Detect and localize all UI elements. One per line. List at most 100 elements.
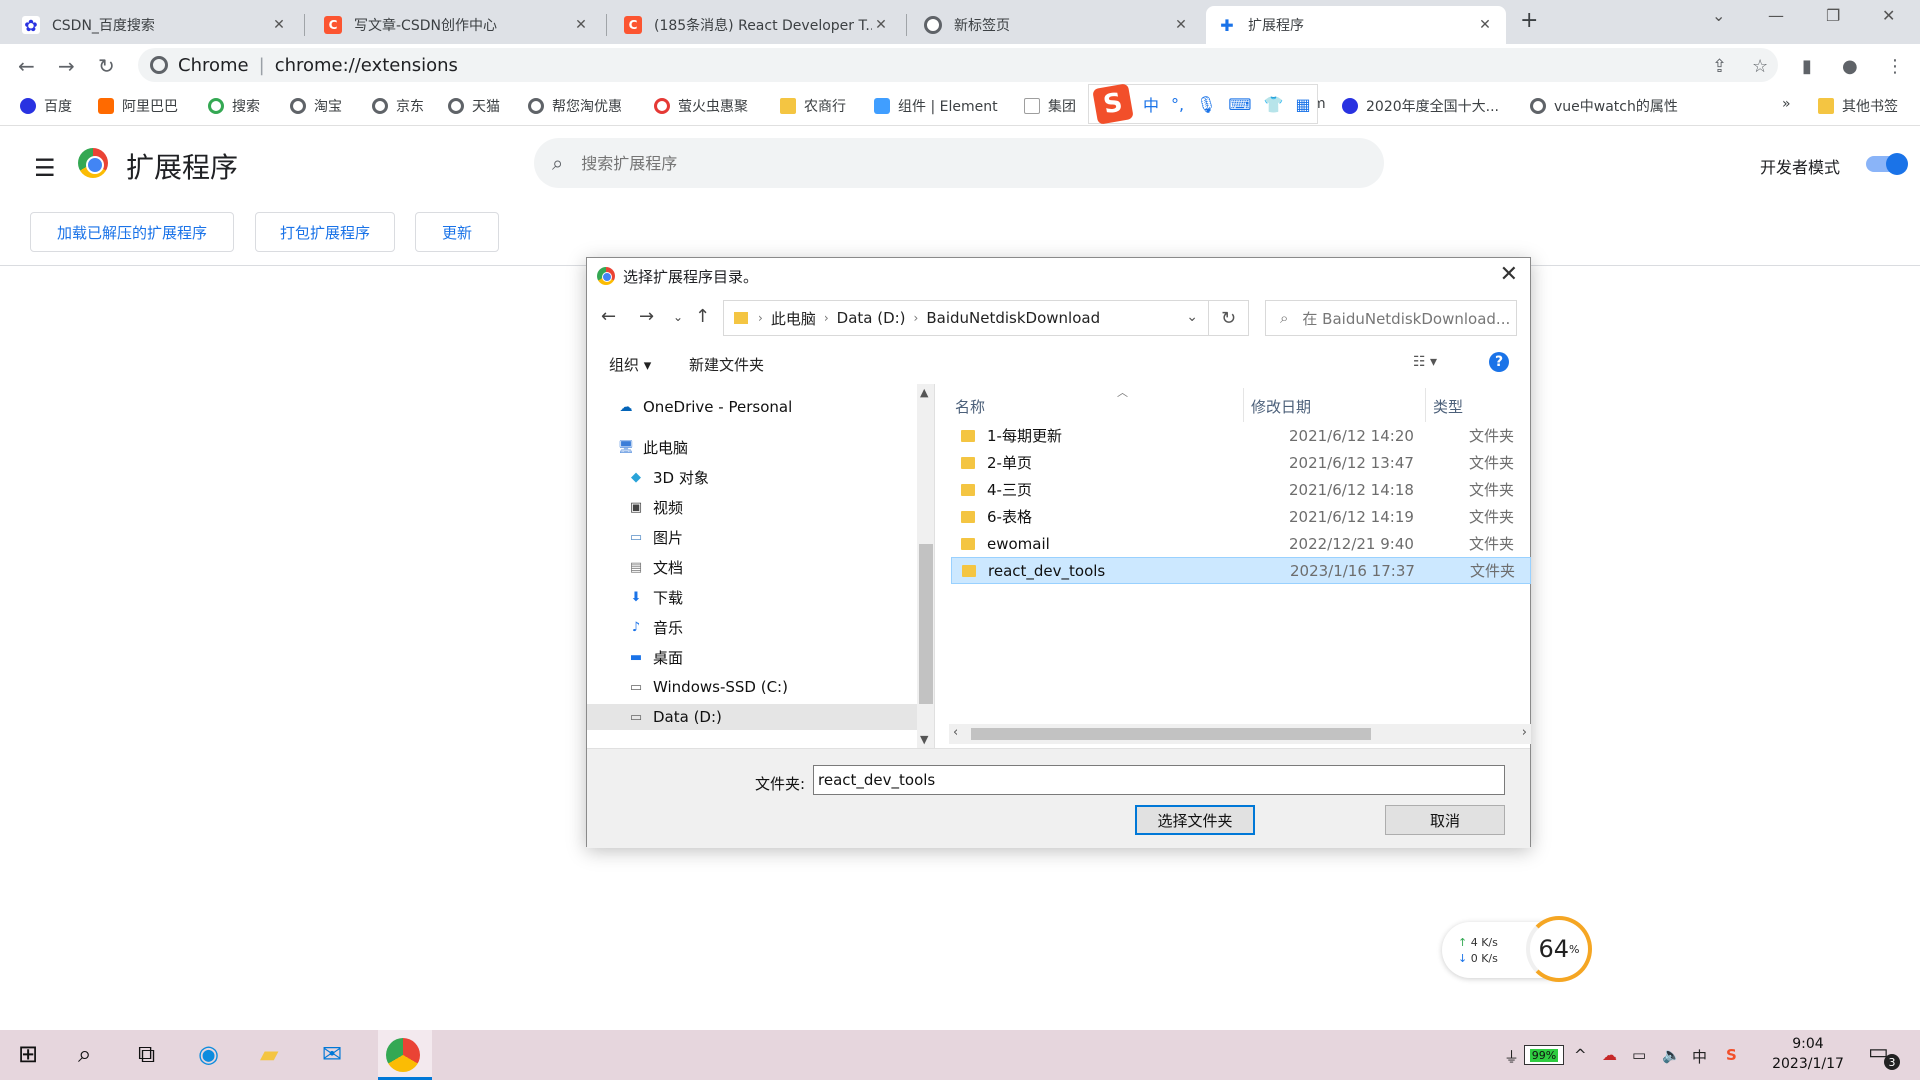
- folder-name-input[interactable]: [813, 765, 1505, 795]
- bookmark-item[interactable]: 搜索: [208, 96, 260, 116]
- reload-icon[interactable]: ↻: [98, 54, 115, 78]
- tree-scrollbar[interactable]: ▲ ▼: [917, 384, 935, 748]
- tab-new-tab[interactable]: 新标签页 ✕: [912, 6, 1202, 44]
- tree-item-3d-objects[interactable]: ◆ 3D 对象: [627, 464, 709, 490]
- tree-item-drive-c[interactable]: ▭ Windows-SSD (C:): [627, 674, 788, 700]
- bookmark-star-icon[interactable]: ☆: [1752, 56, 1768, 77]
- horizontal-scrollbar[interactable]: ‹ ›: [949, 724, 1531, 744]
- tree-item-videos[interactable]: ▣ 视频: [627, 494, 683, 520]
- profile-avatar-icon[interactable]: ●: [1842, 56, 1858, 77]
- volume-icon[interactable]: 🔈: [1662, 1046, 1681, 1064]
- forward-icon[interactable]: →: [58, 54, 75, 78]
- close-window-icon[interactable]: ✕: [1882, 6, 1895, 25]
- tree-item-this-pc[interactable]: 🖥 此电脑: [617, 434, 688, 460]
- pack-extension-button[interactable]: 打包扩展程序: [255, 212, 395, 252]
- sogou-logo[interactable]: S: [1092, 83, 1134, 125]
- omnibox[interactable]: Chrome | chrome://extensions: [138, 48, 1778, 82]
- new-folder-button[interactable]: 新建文件夹: [689, 354, 764, 375]
- scroll-down-icon[interactable]: ▼: [920, 733, 928, 746]
- tree-item-desktop[interactable]: ▬ 桌面: [627, 644, 683, 670]
- tree-item-music[interactable]: ♪ 音乐: [627, 614, 683, 640]
- hamburger-menu-icon[interactable]: ☰: [34, 154, 56, 182]
- forward-icon[interactable]: →: [639, 306, 654, 327]
- tree-item-pictures[interactable]: ▭ 图片: [627, 524, 683, 550]
- scroll-right-icon[interactable]: ›: [1522, 725, 1527, 740]
- tab-close-icon[interactable]: ✕: [1476, 17, 1494, 33]
- file-row[interactable]: 1-每期更新 2021/6/12 14:20 文件夹: [951, 422, 1531, 449]
- cancel-button[interactable]: 取消: [1385, 805, 1505, 835]
- extensions-search-input[interactable]: [581, 153, 1282, 173]
- share-icon[interactable]: ⇪: [1712, 56, 1727, 77]
- bookmark-item[interactable]: 组件 | Element: [874, 96, 998, 116]
- mail-icon[interactable]: ✉: [322, 1040, 342, 1068]
- load-unpacked-button[interactable]: 加载已解压的扩展程序: [30, 212, 234, 252]
- bookmark-item[interactable]: 2020年度全国十大...: [1342, 96, 1499, 116]
- tab-close-icon[interactable]: ✕: [1172, 17, 1190, 33]
- keyboard-icon[interactable]: ⌨: [1228, 95, 1251, 114]
- back-icon[interactable]: ←: [18, 54, 35, 78]
- minimize-icon[interactable]: —: [1768, 6, 1784, 25]
- back-icon[interactable]: ←: [601, 306, 616, 327]
- column-header-date[interactable]: 修改日期: [1251, 396, 1311, 417]
- windows-start-icon[interactable]: ⊞: [18, 1040, 38, 1068]
- bookmarks-overflow-button[interactable]: »: [1782, 96, 1791, 112]
- extensions-search[interactable]: ⌕: [534, 138, 1384, 188]
- close-icon[interactable]: ✕: [1500, 262, 1518, 287]
- tree-item-downloads[interactable]: ⬇ 下载: [627, 584, 683, 610]
- up-folder-icon[interactable]: ↑: [695, 306, 710, 327]
- recent-locations-icon[interactable]: ⌄: [673, 310, 683, 324]
- chevron-up-icon[interactable]: ^: [1574, 1046, 1587, 1064]
- file-row[interactable]: 4-三页 2021/6/12 14:18 文件夹: [951, 476, 1531, 503]
- bookmark-item[interactable]: vue中watch的属性: [1530, 96, 1678, 116]
- bookmark-item[interactable]: 淘宝: [290, 96, 342, 116]
- help-icon[interactable]: ?: [1489, 352, 1509, 372]
- new-tab-icon[interactable]: +: [1520, 8, 1538, 33]
- side-panel-icon[interactable]: ▮: [1802, 56, 1812, 77]
- tab-baidu-search[interactable]: ✿ CSDN_百度搜索 ✕: [10, 6, 300, 44]
- developer-mode-toggle[interactable]: [1866, 153, 1908, 175]
- tree-item-onedrive[interactable]: ☁ OneDrive - Personal: [617, 394, 793, 420]
- tab-close-icon[interactable]: ✕: [572, 17, 590, 33]
- tab-csdn-write[interactable]: C 写文章-CSDN创作中心 ✕: [312, 6, 602, 44]
- scroll-left-icon[interactable]: ‹: [953, 725, 958, 740]
- scrollbar-thumb[interactable]: [971, 728, 1371, 740]
- tab-close-icon[interactable]: ✕: [872, 17, 890, 33]
- network-speed-widget[interactable]: ↑ 4 K/s ↓ 0 K/s 64%: [1442, 916, 1592, 982]
- memory-usage-ring[interactable]: 64%: [1526, 916, 1592, 982]
- breadcrumb-item[interactable]: 此电脑: [771, 308, 816, 329]
- tab-close-icon[interactable]: ✕: [270, 17, 288, 33]
- column-header-type[interactable]: 类型: [1433, 396, 1463, 417]
- file-explorer-icon[interactable]: ▰: [260, 1040, 278, 1068]
- file-row-selected[interactable]: react_dev_tools 2023/1/16 17:37 文件夹: [951, 557, 1531, 584]
- cloud-sync-icon[interactable]: ☁: [1602, 1046, 1617, 1064]
- menu-dots-icon[interactable]: ⋮: [1886, 56, 1904, 77]
- breadcrumb-item[interactable]: Data (D:): [837, 309, 906, 327]
- scrollbar-thumb[interactable]: [919, 544, 933, 704]
- organize-button[interactable]: 组织 ▾: [609, 354, 651, 375]
- select-folder-button[interactable]: 选择文件夹: [1135, 805, 1255, 835]
- bookmark-item[interactable]: 帮您淘优惠: [528, 96, 622, 116]
- other-bookmarks[interactable]: 其他书签: [1818, 96, 1898, 116]
- file-row[interactable]: 2-单页 2021/6/12 13:47 文件夹: [951, 449, 1531, 476]
- restore-icon[interactable]: ❐: [1826, 6, 1840, 25]
- ime-mode[interactable]: 中: [1143, 92, 1159, 116]
- bookmark-item[interactable]: 集团: [1024, 96, 1076, 116]
- tab-extensions[interactable]: ✚ 扩展程序 ✕: [1206, 6, 1506, 44]
- search-icon[interactable]: ⌕: [78, 1040, 91, 1068]
- column-header-name[interactable]: 名称: [955, 396, 985, 417]
- microphone-icon[interactable]: 🎙: [1196, 95, 1216, 114]
- breadcrumb-item[interactable]: BaiduNetdiskDownload: [926, 309, 1100, 327]
- toolbox-icon[interactable]: ▦: [1295, 95, 1310, 114]
- bookmark-item[interactable]: 天猫: [448, 96, 500, 116]
- skin-shirt-icon[interactable]: 👕: [1264, 95, 1284, 114]
- scroll-up-icon[interactable]: ▲: [920, 386, 928, 399]
- ime-punctuation[interactable]: °,: [1171, 95, 1184, 114]
- bookmark-item[interactable]: 百度: [20, 96, 72, 116]
- address-bar[interactable]: › 此电脑 › Data (D:) › BaiduNetdiskDownload…: [723, 300, 1209, 336]
- tab-csdn-react[interactable]: C (185条消息) React Developer T... ✕: [612, 6, 902, 44]
- view-options-icon[interactable]: ☷ ▾: [1413, 354, 1437, 370]
- chrome-taskbar-icon[interactable]: [386, 1038, 420, 1072]
- refresh-icon[interactable]: ↻: [1209, 300, 1249, 336]
- battery-indicator[interactable]: 99%: [1524, 1045, 1564, 1065]
- task-view-icon[interactable]: ⧉: [138, 1040, 155, 1068]
